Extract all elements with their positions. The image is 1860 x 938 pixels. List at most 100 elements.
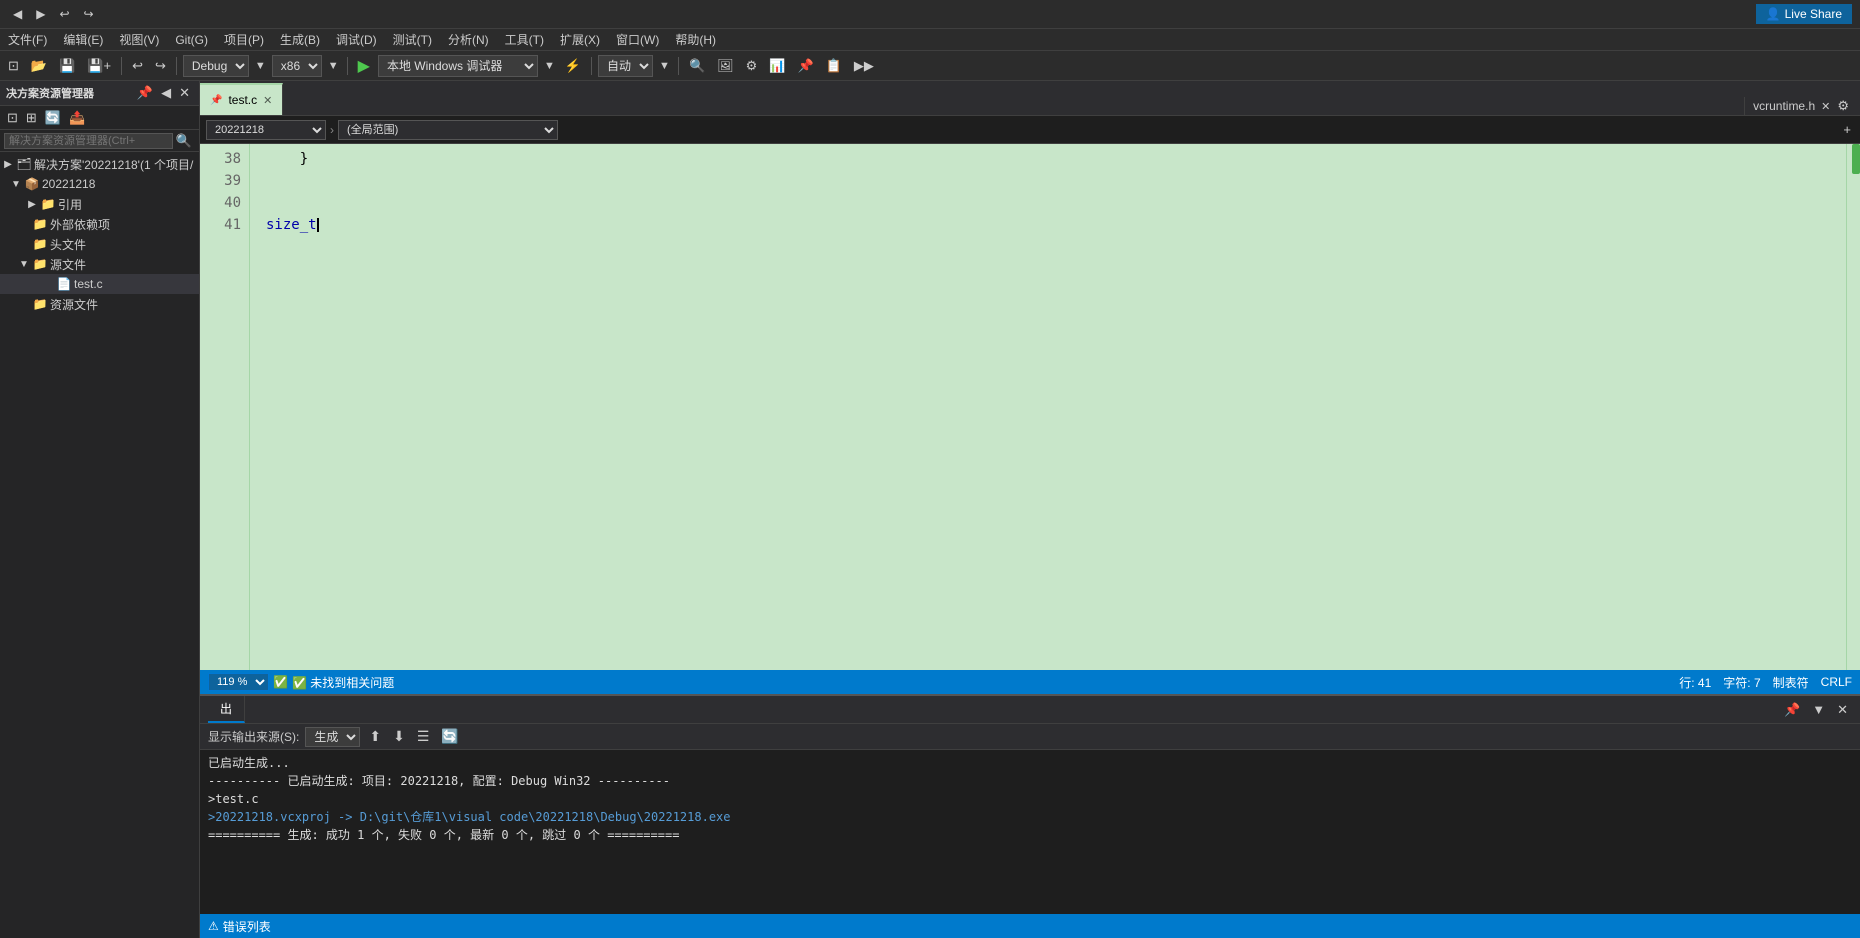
solution-icon: 🗂 [16,157,32,171]
sidebar-pin-btn[interactable]: 📌 [134,84,156,102]
toolbar-open-btn[interactable]: 📂 [27,56,51,76]
solution-label: 解决方案'20221218'(1 个项目/ [34,156,193,173]
panel-collapse-btn[interactable]: ▼ [1808,701,1829,718]
menu-file[interactable]: 文件(F) [0,29,55,50]
tab-testc[interactable]: 📌 test.c ✕ [200,83,283,115]
menu-extensions[interactable]: 扩展(X) [552,29,608,50]
editor-main: 📌 test.c ✕ vcruntime.h ✕ ⚙ 202212 [200,81,1860,938]
toolbar: ⊡ 📂 💾 💾+ ↩ ↪ Debug ▼ x86 ▼ ▶ 本地 Windows … [0,51,1860,81]
menu-build[interactable]: 生成(B) [272,29,328,50]
code-line-39 [266,170,1838,192]
menu-test[interactable]: 测试(T) [385,29,440,50]
tree-item-headers[interactable]: 📁 头文件 [0,234,199,254]
tree-item-testc[interactable]: 📄 test.c [0,274,199,294]
redo-button[interactable]: ↪ [79,5,99,23]
output-up-btn[interactable]: ⬆ [366,727,384,746]
tree-solution[interactable]: ▶ 🗂 解决方案'20221218'(1 个项目/ [0,154,199,174]
toolbar-save-all-btn[interactable]: 💾+ [83,56,115,76]
project-label: 20221218 [42,177,95,191]
forward-button[interactable]: ▶ [31,5,50,23]
output-source-select[interactable]: 生成 [305,727,360,747]
menu-view[interactable]: 视图(V) [111,29,167,50]
auto-select[interactable]: 自动 [598,55,653,77]
tree-item-external[interactable]: 📁 外部依赖项 [0,214,199,234]
panel-pin-btn[interactable]: 📌 [1780,701,1804,719]
sidebar-close-btn[interactable]: ✕ [176,84,193,102]
output-panel: 出 📌 ▼ ✕ 显示输出来源(S): 生成 ⬆ [200,694,1860,914]
zoom-select-wrapper[interactable]: 119 % [208,673,269,691]
sidebar-toolbar-btn4[interactable]: 📤 [66,109,88,127]
toolbar-save-btn[interactable]: 💾 [55,56,79,76]
menu-tools[interactable]: 工具(T) [497,29,552,50]
panel-close-btn[interactable]: ✕ [1833,701,1852,719]
toolbar-extra3[interactable]: 📌 [793,56,817,76]
second-tab-settings[interactable]: ⚙ [1834,97,1852,115]
headers-icon: 📁 [32,237,48,251]
tab-testc-close[interactable]: ✕ [263,94,272,107]
sidebar-toolbar-btn1[interactable]: ⊡ [4,109,21,127]
menu-analyze[interactable]: 分析(N) [440,29,497,50]
config-select[interactable]: Debug [183,55,249,77]
scrollbar-thumb[interactable] [1852,144,1860,174]
toolbar-redo-btn[interactable]: ↪ [151,56,170,76]
toolbar-debug-extra[interactable]: ⚡ [561,56,585,76]
menu-window[interactable]: 窗口(W) [608,29,667,50]
menu-git[interactable]: Git(G) [167,31,216,49]
menu-debug[interactable]: 调试(D) [328,29,385,50]
testc-label: test.c [74,277,103,291]
breadcrumb-expand-btn[interactable]: + [1840,121,1854,138]
second-tab-label[interactable]: vcruntime.h [1753,99,1815,113]
undo-button[interactable]: ↩ [54,5,74,23]
toolbar-img-btn[interactable]: 🖼 [713,56,738,76]
titlebar-left: ◀ ▶ ↩ ↪ [8,5,99,23]
tree-item-source[interactable]: ▼ 📁 源文件 [0,254,199,274]
source-label: 源文件 [50,256,86,273]
code-line-41: size_t [266,214,1838,236]
toolbar-undo-btn[interactable]: ↩ [128,56,147,76]
toolbar-extra2[interactable]: 📊 [765,56,789,76]
output-refresh-btn[interactable]: 🔄 [438,727,461,746]
error-list-tab[interactable]: ⚠ 错误列表 [208,918,271,935]
run-button[interactable]: ▶ [354,54,374,78]
sidebar-search-input[interactable] [4,133,173,149]
breadcrumb-scope-select[interactable]: (全局范围) [338,120,558,140]
status-check-icon: ✅ [273,675,288,689]
breadcrumb-file-select[interactable]: 20221218 [206,120,326,140]
cursor-char: 字符: 7 [1723,674,1760,691]
sidebar-search-btn[interactable]: 🔍 [173,132,195,150]
toolbar-extra5[interactable]: ▶▶ [850,56,878,76]
zoom-select[interactable]: 119 % [208,673,269,691]
resources-icon: 📁 [32,297,48,311]
code-content[interactable]: } size_t [258,144,1846,670]
right-scrollbar[interactable] [1846,144,1860,670]
menu-project[interactable]: 项目(P) [216,29,272,50]
live-share-icon: 👤 [1766,7,1781,21]
platform-select[interactable]: x86 [272,55,322,77]
panel-tab-output[interactable]: 出 [208,696,245,723]
sidebar-toolbar-btn2[interactable]: ⊞ [23,109,40,127]
code-editor[interactable]: 38 39 40 41 } size_t [200,144,1860,670]
output-sort-btn[interactable]: ☰ [414,727,433,746]
resources-label: 资源文件 [50,296,98,313]
sidebar-toolbar-btn3[interactable]: 🔄 [42,109,64,127]
back-button[interactable]: ◀ [8,5,27,23]
sidebar-search-area: 🔍 [0,130,199,152]
search-button[interactable]: 🔍 [685,56,709,76]
menu-help[interactable]: 帮助(H) [667,29,724,50]
second-tab-close[interactable]: ✕ [1821,100,1830,113]
project-icon: 📦 [24,177,40,191]
output-down-btn[interactable]: ⬇ [390,727,408,746]
toolbar-extra4[interactable]: 📋 [822,56,846,76]
menu-edit[interactable]: 编辑(E) [55,29,111,50]
toolbar-extra1[interactable]: ⚙ [742,56,762,76]
tree-item-resources[interactable]: 📁 资源文件 [0,294,199,314]
tree-item-references[interactable]: ▶ 📁 引用 [0,194,199,214]
code-line-38: } [266,148,1838,170]
panel-header: 出 📌 ▼ ✕ [200,696,1860,724]
code-gutter [250,144,258,670]
toolbar-new-btn[interactable]: ⊡ [4,56,23,76]
tree-project[interactable]: ▼ 📦 20221218 [0,174,199,194]
debugger-select[interactable]: 本地 Windows 调试器 [378,55,538,77]
sidebar-arrow-btn[interactable]: ◀ [158,84,174,102]
live-share-button[interactable]: 👤 Live Share [1756,4,1852,24]
